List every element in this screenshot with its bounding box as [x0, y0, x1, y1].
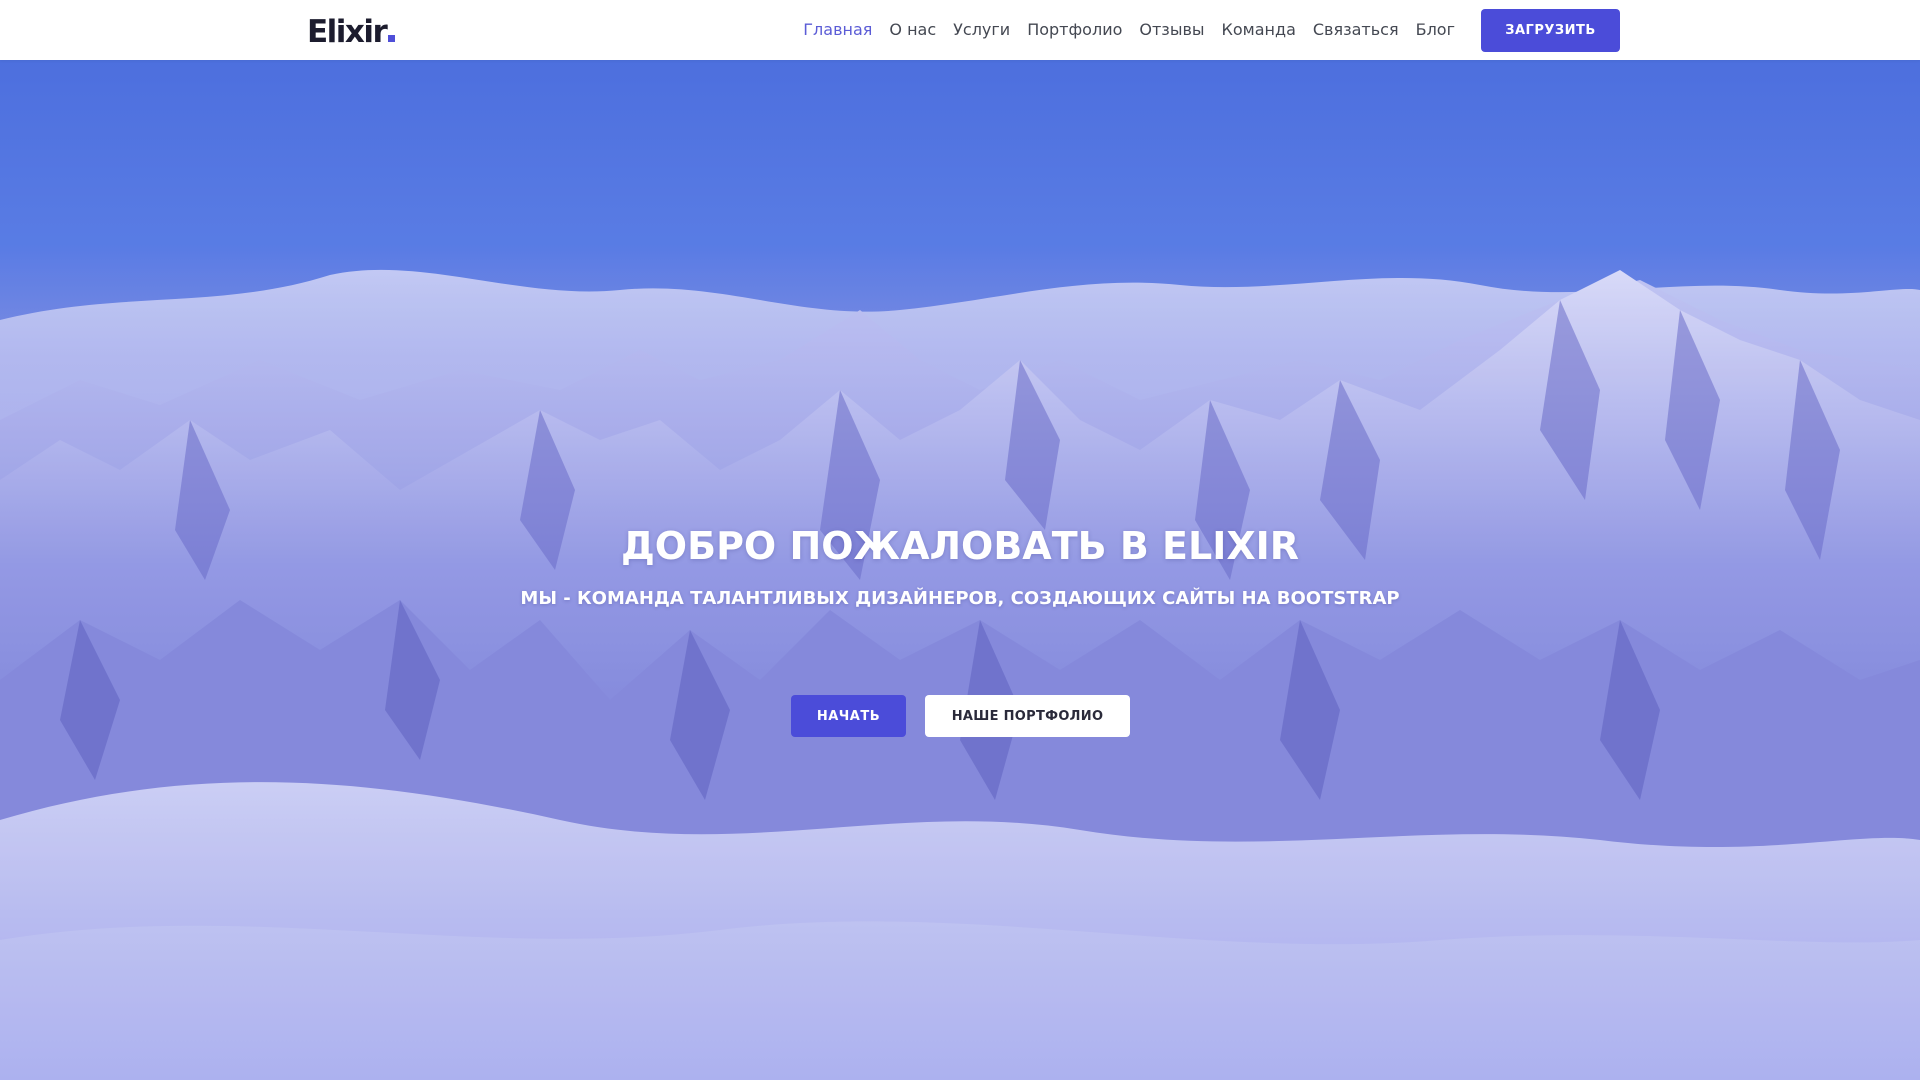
logo-dot — [388, 35, 396, 42]
nav-item-services[interactable]: Услуги — [953, 20, 1010, 40]
nav-item-portfolio[interactable]: Портфолио — [1027, 20, 1122, 40]
hero-overlay — [0, 60, 1920, 1080]
logo-text: Elixir — [307, 14, 388, 50]
hero-section: ДОБРО ПОЖАЛОВАТЬ В ELIXIR МЫ - КОМАНДА Т… — [0, 60, 1920, 1080]
nav-menu: Главная О нас Услуги Портфолио Отзывы Ко… — [803, 0, 1455, 60]
logo[interactable]: Elixir — [307, 12, 396, 52]
start-button[interactable]: НАЧАТЬ — [791, 695, 906, 737]
hero-subtitle: МЫ - КОМАНДА ТАЛАНТЛИВЫХ ДИЗАЙНЕРОВ, СОЗ… — [520, 588, 1400, 609]
navbar: Elixir Главная О нас Услуги Портфолио От… — [0, 0, 1920, 60]
nav-item-contact[interactable]: Связаться — [1313, 20, 1399, 40]
portfolio-button[interactable]: НАШЕ ПОРТФОЛИО — [925, 695, 1130, 737]
nav-item-testimonials[interactable]: Отзывы — [1139, 20, 1204, 40]
nav-item-blog[interactable]: Блог — [1416, 20, 1455, 40]
nav-item-about[interactable]: О нас — [889, 20, 936, 40]
nav-item-team[interactable]: Команда — [1222, 20, 1296, 40]
hero-title: ДОБРО ПОЖАЛОВАТЬ В ELIXIR — [620, 524, 1300, 568]
download-button[interactable]: ЗАГРУЗИТЬ — [1481, 9, 1620, 52]
nav-item-home[interactable]: Главная — [803, 20, 872, 40]
